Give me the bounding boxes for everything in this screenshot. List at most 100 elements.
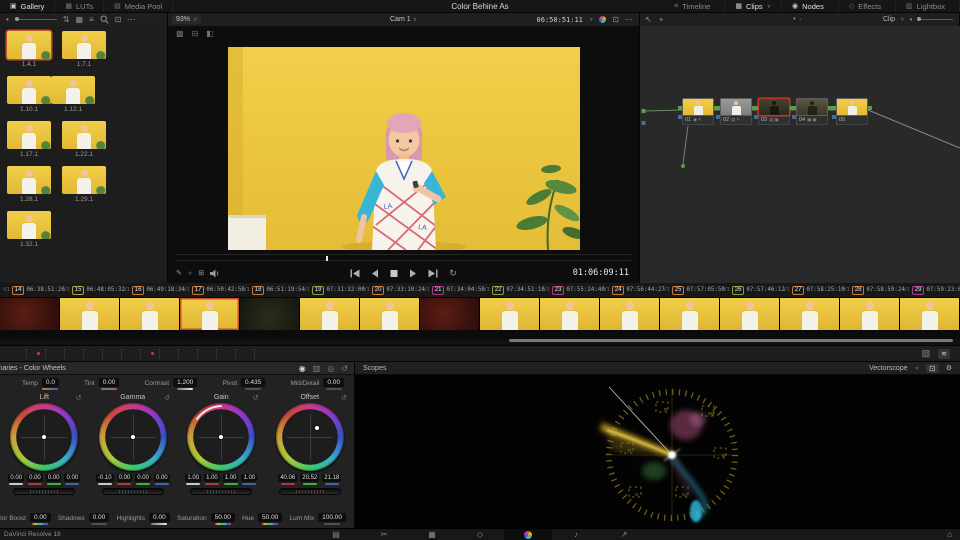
tab-timeline[interactable]: ≡ Timeline <box>664 0 726 12</box>
highlight-mode-icon[interactable]: ◧ <box>206 29 214 38</box>
lift-r-value[interactable]: 0.00 <box>27 474 43 482</box>
clip-24[interactable]: V1 24 07:56:44:27 <box>600 283 665 297</box>
clip-25[interactable] <box>660 298 719 330</box>
gamma-g-value[interactable]: 0.00 <box>135 474 151 482</box>
tint-value[interactable]: 0.00 <box>98 377 120 387</box>
page-fusion[interactable]: ◇ <box>456 529 504 540</box>
node-05[interactable]: 05 <box>832 98 872 125</box>
offset-master-wheel[interactable] <box>278 488 341 495</box>
node-02[interactable]: 02 ▤✎ <box>716 98 756 125</box>
thumb-size-slider[interactable] <box>14 17 57 21</box>
split-screen-icon[interactable]: ▩ <box>176 29 184 38</box>
reset-icon[interactable]: ↺ <box>76 394 82 402</box>
more-icon[interactable]: ⋯ <box>625 15 633 24</box>
clip-26[interactable] <box>720 298 779 330</box>
node-01[interactable]: 01 ◉✎ <box>678 98 718 125</box>
clip-19[interactable]: V1 19 07:31:32:00 <box>300 283 365 297</box>
tab-luts[interactable]: ▦ LUTs <box>55 0 105 12</box>
wheels-mode-icon[interactable]: ◉ <box>299 364 306 373</box>
gamma-y-value[interactable]: -0.10 <box>95 474 114 482</box>
lift-wheel[interactable] <box>10 403 79 471</box>
node-04[interactable]: 04 ▣▣ <box>792 98 832 125</box>
gamma-b-value[interactable]: 0.00 <box>153 474 170 482</box>
gallery-still[interactable]: 1.22.1 <box>62 121 106 158</box>
gallery-still[interactable]: 1.10.1 <box>7 76 51 113</box>
rgb-input-connector[interactable] <box>678 106 682 110</box>
lift-master-wheel[interactable] <box>13 488 76 495</box>
page-media[interactable]: ▤ <box>312 529 360 540</box>
clip-23[interactable]: V1 23 07:55:24:40 <box>540 283 605 297</box>
grid-view-icon[interactable]: ▦ <box>76 15 84 24</box>
key-input-connector[interactable] <box>716 115 720 119</box>
lum-mix-value[interactable]: 100.00 <box>318 512 346 522</box>
contrast-value[interactable]: 1.200 <box>173 377 198 387</box>
rgb-output-connector[interactable] <box>868 106 872 110</box>
stop-button[interactable] <box>390 269 398 278</box>
expand-icon[interactable]: ⊡ <box>115 15 122 24</box>
tab-gallery[interactable]: ▣ Gallery <box>0 0 56 12</box>
expand-icon[interactable]: ⊡ <box>926 363 939 373</box>
clip-20[interactable] <box>360 298 419 330</box>
rgb-input-connector[interactable] <box>832 106 836 110</box>
loop-button[interactable]: ↻ <box>449 268 457 278</box>
clip-16[interactable] <box>120 298 179 330</box>
clip-19[interactable] <box>300 298 359 330</box>
tab-clips[interactable]: ▦ Clips ∨ <box>725 0 783 12</box>
clip-28[interactable]: V1 28 07:58:59:24 <box>840 283 905 297</box>
reset-icon[interactable]: ↺ <box>253 394 259 402</box>
go-to-end-button[interactable] <box>428 269 438 278</box>
reset-icon[interactable]: ↺ <box>164 394 170 402</box>
clip-18[interactable]: V1 18 06:51:19:54 <box>240 283 305 297</box>
hue-value[interactable]: 50.00 <box>258 512 283 522</box>
clip-25[interactable]: V1 25 07:57:05:50 <box>660 283 725 297</box>
rgb-input-connector[interactable] <box>716 106 720 110</box>
scope-type-select[interactable]: Vectorscope <box>869 365 908 372</box>
expand-icon[interactable]: ⊡ <box>612 15 619 24</box>
gallery-still[interactable]: 1.29.1 <box>62 166 106 203</box>
clip-15[interactable]: V1 15 06:48:05:32 <box>60 283 125 297</box>
color-boost-value[interactable]: 0.00 <box>29 512 51 522</box>
clip-14[interactable] <box>0 298 59 330</box>
gamma-master-wheel[interactable] <box>101 488 164 495</box>
clip-17[interactable] <box>180 298 239 330</box>
clip-27[interactable] <box>780 298 839 330</box>
key-input-connector[interactable] <box>754 115 758 119</box>
dot-icon[interactable]: · <box>800 16 806 23</box>
video-frame[interactable]: LA LA <box>228 47 580 250</box>
clip-26[interactable]: V1 26 07:57:46:12 <box>720 283 785 297</box>
gallery-still[interactable]: 1.32.1 <box>7 211 51 248</box>
tab-lightbox[interactable]: ▥ Lightbox <box>896 0 960 12</box>
gallery-still[interactable]: 1.28.1 <box>7 166 51 203</box>
reset-all-icon[interactable]: ↺ <box>341 364 348 373</box>
tab-media-pool[interactable]: ▤ Media Pool <box>104 0 174 12</box>
tab-effects[interactable]: ◇ Effects <box>839 0 897 12</box>
node-03[interactable]: 03 ▤▣ <box>754 98 794 125</box>
highlight-view-icon[interactable]: ▧ <box>922 349 931 358</box>
node-graph-panel[interactable]: 01 ◉✎ 02 ▤✎ 03 ▤▣ 04 ▣▣ 05 <box>640 26 960 283</box>
gain-master-wheel[interactable] <box>190 488 253 495</box>
gain-g-value[interactable]: 1.00 <box>222 474 239 482</box>
page-color[interactable] <box>504 529 552 540</box>
search-icon[interactable] <box>100 15 109 24</box>
gallery-still[interactable]: 1.17.1 <box>7 121 51 158</box>
lift-g-value[interactable]: 0.00 <box>45 474 62 482</box>
list-view-icon[interactable]: ≡ <box>89 15 94 24</box>
clip-22[interactable]: V1 22 07:34:51:16 <box>480 283 545 297</box>
jog-bar[interactable] <box>176 254 631 261</box>
reset-icon[interactable]: ↺ <box>341 394 347 402</box>
offset-b-value[interactable]: 21.18 <box>322 474 342 482</box>
node-mode-label[interactable]: Clip <box>883 16 895 23</box>
gain-wheel[interactable] <box>187 403 256 471</box>
key-input-connector[interactable] <box>792 115 796 119</box>
page-cut[interactable]: ✂ <box>360 529 408 540</box>
clip-18[interactable] <box>240 298 299 330</box>
clip-15[interactable] <box>60 298 119 330</box>
pivot-value[interactable]: 0.435 <box>241 377 266 387</box>
clip-20[interactable]: V1 20 07:33:10:24 <box>360 283 425 297</box>
wipe-mode-icon[interactable]: ⊟ <box>192 29 199 38</box>
color-viewer-icon[interactable] <box>599 16 607 23</box>
rgb-input-connector[interactable] <box>792 106 796 110</box>
page-deliver[interactable]: ↗ <box>600 529 648 540</box>
clip-21[interactable]: V1 21 07:34:04:56 <box>420 283 485 297</box>
clip-23[interactable] <box>540 298 599 330</box>
